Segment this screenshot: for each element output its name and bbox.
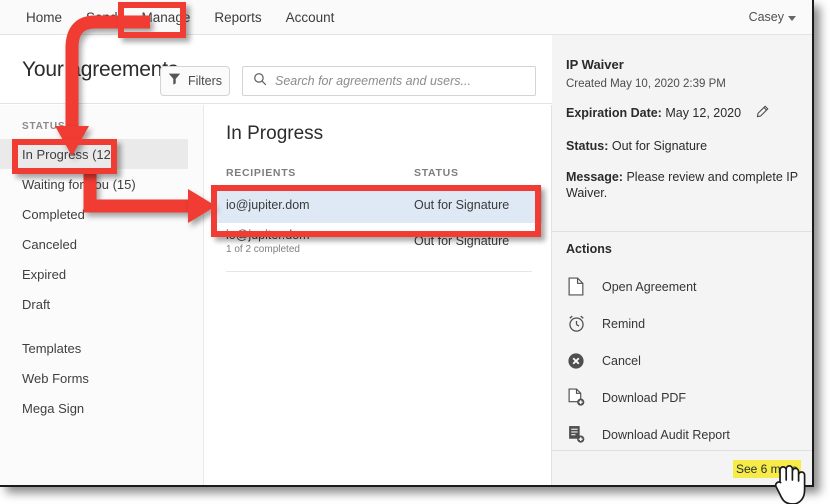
row-status: Out for Signature [414, 197, 510, 212]
detail-created-date: Created May 10, 2020 2:39 PM [566, 78, 726, 90]
document-icon [566, 277, 586, 296]
row-recipient: io@jupiter.dom [226, 198, 414, 212]
row-recipient-email: io@jupiter.dom [226, 228, 310, 242]
sidebar-item-label: Mega Sign [22, 400, 85, 416]
sidebar-item-label: Web Forms [22, 370, 89, 386]
sidebar-item-expired[interactable]: Expired [0, 259, 203, 289]
sidebar-item-waiting-for-you[interactable]: Waiting for You (15) [0, 169, 203, 199]
sidebar-item-canceled[interactable]: Canceled [0, 229, 203, 259]
sidebar-item-label: Completed [22, 206, 85, 222]
page-title: Your agreements [22, 58, 179, 81]
screenshot-root: Home Send Manage Reports Account Casey Y… [0, 0, 830, 504]
see-more-button[interactable]: See 6 more [732, 460, 801, 478]
action-label: Cancel [602, 353, 641, 368]
nav-home[interactable]: Home [14, 0, 74, 35]
action-label: Open Agreement [602, 279, 697, 294]
list-divider [226, 271, 532, 272]
user-menu-label: Casey [748, 10, 784, 24]
action-open-agreement[interactable]: Open Agreement [566, 268, 806, 305]
sidebar-item-completed[interactable]: Completed [0, 199, 203, 229]
sidebar-item-in-progress[interactable]: In Progress (12) [0, 139, 188, 169]
nav-manage[interactable]: Manage [130, 0, 203, 35]
sidebar-item-draft[interactable]: Draft [0, 289, 203, 319]
row-recipient: io@jupiter.dom 1 of 2 completed [226, 228, 414, 255]
action-remind[interactable]: Remind [566, 305, 806, 342]
agreement-rows: io@jupiter.dom Out for Signature io@jupi… [214, 187, 542, 263]
sidebar-item-label: Canceled [22, 236, 77, 252]
top-nav-items: Home Send Manage Reports Account [14, 0, 346, 35]
action-label: Remind [602, 316, 646, 331]
sidebar-status-heading: STATUS [22, 121, 66, 132]
column-header-recipients: RECIPIENTS [226, 167, 297, 179]
search-placeholder: Search for agreements and users... [275, 74, 471, 88]
user-menu[interactable]: Casey [749, 0, 796, 35]
action-label: Download Audit Report [602, 427, 730, 442]
chevron-down-icon [788, 16, 796, 21]
circle-x-icon [566, 352, 586, 370]
table-row[interactable]: io@jupiter.dom 1 of 2 completed Out for … [214, 223, 542, 263]
detail-expiration: Expiration Date: May 12, 2020 [566, 105, 802, 123]
row-recipient-progress: 1 of 2 completed [226, 244, 300, 255]
detail-status: Status: Out for Signature [566, 138, 802, 154]
detail-expiration-value: May 12, 2020 [665, 106, 742, 120]
actions-heading: Actions [566, 242, 612, 256]
action-download-audit-report[interactable]: Download Audit Report [566, 416, 806, 453]
detail-status-label: Status: [566, 139, 609, 153]
table-row[interactable]: io@jupiter.dom Out for Signature [214, 187, 542, 223]
download-pdf-icon [566, 388, 586, 407]
action-download-pdf[interactable]: Download PDF [566, 379, 806, 416]
detail-header: IP Waiver Created May 10, 2020 2:39 PM E… [566, 57, 802, 201]
list-title: In Progress [226, 123, 324, 144]
action-label: Download PDF [602, 390, 687, 405]
detail-divider [552, 231, 812, 232]
actions-list: Open Agreement Remind Cancel Download PD… [566, 268, 806, 453]
agreement-detail-panel: IP Waiver Created May 10, 2020 2:39 PM E… [552, 35, 812, 485]
nav-account[interactable]: Account [274, 0, 347, 35]
alarm-clock-icon [566, 314, 586, 333]
edit-pencil-icon[interactable] [755, 105, 769, 123]
nav-reports[interactable]: Reports [202, 0, 273, 35]
browser-window: Home Send Manage Reports Account Casey Y… [0, 0, 814, 487]
search-icon [253, 72, 267, 91]
row-status: Out for Signature [414, 234, 510, 248]
column-header-status: STATUS [414, 167, 459, 179]
sidebar-status-list: In Progress (12) Waiting for You (15) Co… [0, 139, 203, 423]
sidebar-item-label: In Progress (12) [22, 146, 116, 162]
filters-button[interactable]: Filters [160, 66, 230, 96]
sidebar-item-mega-sign[interactable]: Mega Sign [0, 393, 203, 423]
audit-report-icon [566, 425, 586, 444]
sidebar-item-label: Waiting for You (15) [22, 176, 136, 192]
detail-footer-divider [552, 450, 812, 451]
sidebar-item-label: Draft [22, 296, 51, 312]
detail-message-label: Message: [566, 170, 623, 184]
list-column-headers: RECIPIENTS STATUS [226, 167, 526, 179]
detail-status-value: Out for Signature [611, 139, 708, 153]
nav-send[interactable]: Send [74, 0, 130, 35]
detail-expiration-label: Expiration Date: [566, 106, 662, 120]
sidebar: STATUS In Progress (12) Waiting for You … [0, 105, 204, 485]
detail-message: Message: Please review and complete IP W… [566, 169, 802, 201]
sidebar-item-label: Templates [22, 340, 82, 356]
row-recipient-email: io@jupiter.dom [226, 197, 310, 212]
sidebar-item-label: Expired [22, 266, 67, 282]
sidebar-item-templates[interactable]: Templates [0, 333, 203, 363]
agreement-list-panel: In Progress RECIPIENTS STATUS io@jupiter… [204, 105, 552, 485]
search-input[interactable]: Search for agreements and users... [242, 66, 536, 96]
filter-funnel-icon [168, 72, 181, 90]
sidebar-item-web-forms[interactable]: Web Forms [0, 363, 203, 393]
detail-title: IP Waiver [566, 57, 624, 72]
filters-button-label: Filters [187, 74, 223, 88]
action-cancel[interactable]: Cancel [566, 342, 806, 379]
top-navigation-bar: Home Send Manage Reports Account Casey [0, 0, 812, 35]
